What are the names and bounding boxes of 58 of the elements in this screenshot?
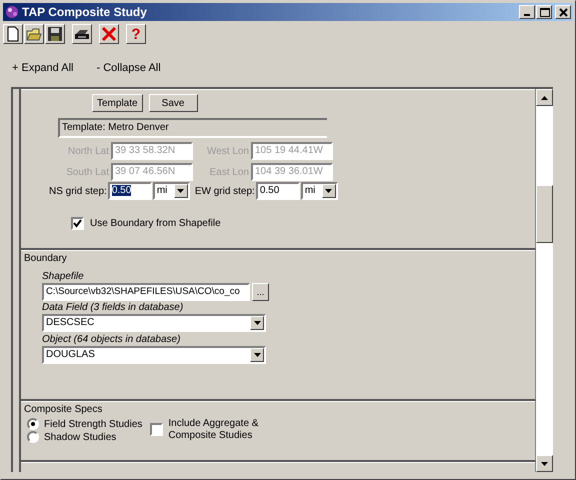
dropdown-arrow-icon	[254, 352, 260, 357]
coordinate-field: 104 39 36.01W	[251, 163, 333, 181]
unit-dropdown[interactable]: mi	[300, 182, 338, 200]
coordinate-label: South Lat	[65, 166, 109, 178]
field-label: Shapefile	[42, 270, 84, 282]
coordinate-field: 39 33 58.32N	[111, 142, 193, 160]
help-button[interactable]: ?	[126, 24, 146, 44]
field-label: Data Field (3 fields in database)	[42, 302, 184, 313]
up-arrow-icon	[541, 96, 548, 100]
minimize-button[interactable]	[519, 5, 535, 19]
coordinate-field: 105 19 44.41W	[251, 142, 333, 160]
template-label: Template: Metro Denver	[58, 118, 327, 138]
delete-icon	[100, 25, 118, 43]
coordinate-label: East Lon	[210, 166, 249, 178]
maximize-button[interactable]	[536, 5, 552, 19]
collapse-all-link[interactable]: - Collapse All	[96, 62, 161, 82]
save-button[interactable]: Save	[148, 94, 198, 112]
template-button[interactable]: Template	[92, 94, 143, 112]
delete-button[interactable]	[99, 24, 119, 44]
expand-all-link[interactable]: + Expand All	[12, 62, 74, 82]
minimize-icon	[524, 14, 530, 16]
section-title: Boundary	[24, 252, 67, 264]
section-title: Composite Specs	[24, 404, 102, 415]
scroll-up-button[interactable]	[536, 89, 553, 106]
use-boundary-checkbox[interactable]: Use Boundary from Shapefile	[71, 217, 221, 230]
down-arrow-icon	[541, 462, 548, 466]
study-type-radio[interactable]: Field Strength Studies	[27, 418, 142, 431]
close-icon	[556, 6, 570, 18]
dropdown-arrow-icon	[325, 189, 332, 193]
grid-step-label: NS grid step:	[49, 186, 107, 196]
coordinate-label: North Lat	[66, 146, 109, 156]
window-title: TAP Composite Study	[22, 5, 148, 19]
folder-button[interactable]	[24, 24, 44, 44]
object-dropdown[interactable]: DOUGLAS	[42, 346, 266, 364]
grid-step-label: EW grid step:	[194, 186, 255, 196]
shapefile-path-field[interactable]: C:\Source\vb32\SHAPEFILES\USA\CO\co_co	[42, 282, 250, 301]
close-button[interactable]	[555, 5, 571, 19]
scrollbar-thumb[interactable]	[536, 185, 553, 243]
grid-step-field[interactable]: 0.50	[108, 182, 152, 200]
vertical-scrollbar[interactable]	[536, 89, 553, 472]
printer-button[interactable]	[72, 24, 92, 44]
app-icon	[5, 5, 19, 19]
study-type-radio[interactable]: Shadow Studies	[27, 430, 116, 444]
checkmark-icon	[73, 219, 82, 228]
new-file-button[interactable]	[3, 24, 23, 44]
browse-button[interactable]: ...	[252, 282, 269, 301]
scroll-down-button[interactable]	[536, 455, 553, 472]
dropdown-arrow-icon	[177, 189, 184, 193]
dropdown-arrow-icon	[254, 320, 260, 325]
maximize-icon	[538, 6, 550, 18]
unit-dropdown[interactable]: mi	[152, 182, 190, 200]
grid-step-field[interactable]: 0.50	[256, 182, 300, 200]
coordinate-field: 39 07 46.56N	[111, 163, 193, 181]
include-aggregate-checkbox[interactable]: Include Aggregate & Composite Studies	[150, 418, 268, 444]
floppy-disk-button[interactable]	[45, 24, 65, 44]
data-field-dropdown[interactable]: DESCSEC	[42, 314, 266, 332]
field-label: Object (64 objects in database)	[42, 334, 180, 345]
coordinate-label: West Lon	[206, 146, 249, 156]
